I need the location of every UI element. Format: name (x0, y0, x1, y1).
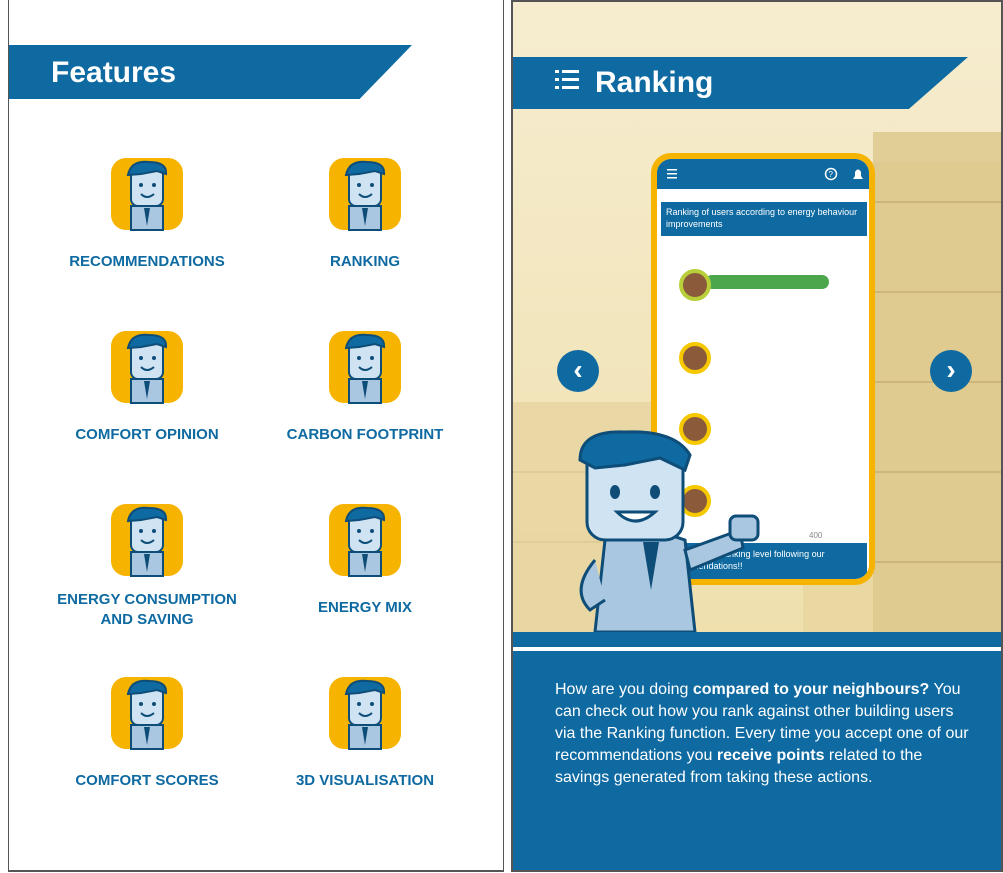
character-arms-crossed-icon (111, 677, 183, 750)
user-avatar[interactable] (679, 269, 711, 301)
character-clipboard-icon (111, 504, 183, 577)
bell-icon[interactable] (853, 169, 863, 180)
feature-label: RECOMMENDATIONS (69, 253, 225, 270)
feature-label: COMFORT OPINION (75, 426, 219, 443)
user-avatar[interactable] (679, 342, 711, 374)
feature-energy-mix[interactable]: ENERGY MIX (255, 504, 475, 618)
feature-label: 3D VISUALISATION (295, 772, 435, 789)
feature-comfort-opinion[interactable]: COMFORT OPINION (37, 331, 257, 445)
axis-tick-label: 400 (809, 531, 823, 540)
previous-button[interactable]: ‹ (557, 350, 599, 392)
feature-label: ENERGY CONSUMPTION AND SAVING (37, 590, 257, 630)
ranking-caption: Ranking of users according to energy beh… (661, 202, 867, 236)
desc-bold-1: compared to your neighbours? (692, 681, 930, 698)
feature-label-line2: AND SAVING (100, 611, 194, 628)
character-holding-plant-icon (329, 331, 401, 404)
feature-label: COMFORT SCORES (75, 772, 219, 789)
character-battery-icon (329, 504, 401, 577)
desc-bold-2: receive points (716, 747, 825, 764)
feature-ranking[interactable]: RANKING (255, 158, 475, 272)
character-thumbs-up-icon (329, 158, 401, 231)
svg-text:?: ? (829, 170, 834, 179)
feature-label: CARBON FOOTPRINT (286, 426, 444, 443)
features-title: Features (51, 56, 177, 89)
desc-text-1: How are you doing (555, 681, 693, 698)
feature-carbon-footprint[interactable]: CARBON FOOTPRINT (255, 331, 475, 445)
ranking-description: How are you doing compared to your neigh… (555, 679, 975, 789)
features-panel: Features RECOMMENDATIONS RANKING COMFORT… (8, 0, 504, 872)
feature-comfort-scores[interactable]: COMFORT SCORES (37, 677, 257, 791)
ranking-banner (513, 57, 968, 109)
feature-label: RANKING (330, 253, 400, 270)
hamburger-icon[interactable] (667, 169, 677, 179)
help-icon[interactable]: ? (824, 167, 838, 181)
character-waving-icon (111, 158, 183, 231)
next-button[interactable]: › (930, 350, 972, 392)
feature-3d-visualisation[interactable]: 3D VISUALISATION (255, 677, 475, 791)
feature-recommendations[interactable]: RECOMMENDATIONS (37, 158, 257, 272)
ranking-panel: Ranking ? Ranking of users according to … (511, 0, 1003, 872)
feature-energy-consumption[interactable]: ENERGY CONSUMPTION AND SAVING (37, 504, 257, 630)
feature-label-line1: ENERGY CONSUMPTION (57, 591, 237, 608)
mascot-thumbs-up (578, 430, 760, 632)
ranking-bar (705, 275, 829, 289)
phone-app-bar: ? (657, 159, 869, 189)
character-holding-paper-icon (111, 331, 183, 404)
divider (513, 647, 1001, 651)
character-house-icon (329, 677, 401, 750)
feature-label: ENERGY MIX (318, 599, 412, 616)
ranking-title: Ranking (595, 66, 714, 99)
list-icon (555, 70, 579, 89)
